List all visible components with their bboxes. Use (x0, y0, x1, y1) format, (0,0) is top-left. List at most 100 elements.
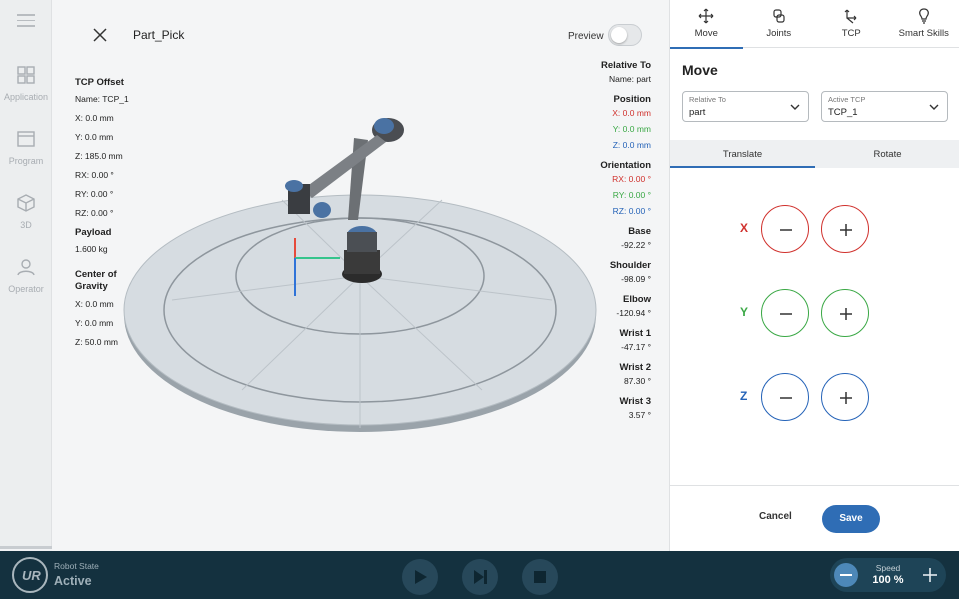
grid-icon (17, 66, 35, 84)
move-icon (698, 8, 714, 24)
jog-y-minus-button[interactable] (761, 289, 809, 337)
preview-label: Preview (568, 31, 604, 42)
rail-item-application[interactable]: Application (0, 64, 52, 102)
close-icon[interactable] (92, 27, 108, 43)
joint-elbow-name: Elbow (623, 294, 651, 305)
ur-logo[interactable]: UR (12, 557, 48, 593)
hamburger-menu-icon[interactable] (17, 14, 35, 28)
jog-z-minus-button[interactable] (761, 373, 809, 421)
stop-button[interactable] (522, 559, 558, 595)
step-forward-icon (474, 570, 487, 584)
tab-joints[interactable]: Joints (743, 0, 816, 48)
active-tcp-select[interactable]: Active TCP TCP_1 (821, 91, 948, 122)
rail-item-label: 3D (20, 220, 32, 230)
minus-icon (780, 313, 792, 315)
tcp-offset-info: TCP Offset Name: TCP_1 X: 0.0 mm Y: 0.0 … (75, 77, 129, 227)
relative-to-select[interactable]: Relative To part (682, 91, 809, 122)
preview-toggle[interactable] (608, 24, 642, 46)
relative-to-name: Name: part (608, 74, 651, 84)
select-label: Active TCP (828, 95, 866, 104)
jog-z-plus-button[interactable] (821, 373, 869, 421)
robot-state-label: Robot State (54, 561, 99, 571)
logo-text: UR (22, 568, 41, 583)
tcp-rz: RZ: 0.00 ° (75, 208, 114, 218)
joint-base-name: Base (628, 226, 651, 237)
orientation-ry: RY: 0.00 ° (612, 190, 651, 200)
speed-decrease-button[interactable] (834, 563, 858, 587)
orientation-rz: RZ: 0.00 ° (612, 206, 651, 216)
tab-tcp[interactable]: TCP (815, 0, 888, 48)
tab-label: Joints (766, 28, 792, 39)
speed-label: Speed (875, 563, 901, 573)
translate-rotate-tabs: Translate Rotate (670, 140, 959, 168)
bottom-status-bar: UR Robot State Active Speed 100 % (0, 551, 959, 599)
left-nav-rail: Application Program 3D Operator (0, 0, 52, 549)
rail-item-operator[interactable]: Operator (0, 256, 52, 294)
position-z: Z: 0.0 mm (612, 140, 651, 150)
joint-shoulder-name: Shoulder (609, 260, 651, 271)
tab-label: TCP (841, 28, 861, 39)
tab-rotate[interactable]: Rotate (815, 140, 959, 168)
minus-icon (780, 397, 792, 399)
position-title: Position (613, 94, 651, 105)
program-icon (17, 131, 35, 147)
tcp-offset-title: TCP Offset (75, 77, 124, 88)
tab-label: Smart Skills (898, 28, 949, 39)
axis-y-label: Y (740, 305, 749, 319)
select-value: TCP_1 (828, 107, 858, 118)
panel-tabs: Move Joints TCP Smart Skills (670, 0, 959, 49)
tcp-rx: RX: 0.00 ° (75, 170, 114, 180)
payload-info: Payload 1.600 kg (75, 227, 111, 263)
jog-x-plus-button[interactable] (821, 205, 869, 253)
tab-label: Move (694, 28, 718, 39)
joint-base-value: -92.22 ° (621, 240, 651, 250)
position-x: X: 0.0 mm (612, 108, 651, 118)
program-title: Part_Pick (133, 28, 185, 42)
panel-footer-divider (670, 485, 959, 486)
move-panel: Move Joints TCP Smart Skills Move Relati… (669, 0, 959, 551)
speed-increase-button[interactable] (920, 565, 940, 585)
joint-wrist2-value: 87.30 ° (623, 376, 651, 386)
rail-item-label: Program (8, 156, 44, 166)
plus-icon (840, 224, 852, 236)
tcp-icon (844, 9, 857, 24)
plus-icon (840, 308, 852, 320)
play-button[interactable] (402, 559, 438, 595)
jog-x-minus-button[interactable] (761, 205, 809, 253)
tcp-y: Y: 0.0 mm (75, 132, 114, 142)
save-button[interactable]: Save (822, 505, 880, 533)
joint-wrist1-name: Wrist 1 (619, 328, 651, 339)
rail-item-3d[interactable]: 3D (0, 192, 52, 230)
step-button[interactable] (462, 559, 498, 595)
tab-smart-skills[interactable]: Smart Skills (888, 0, 959, 48)
tcp-z: Z: 185.0 mm (75, 151, 123, 161)
toggle-knob (611, 27, 627, 43)
joint-wrist3-name: Wrist 3 (619, 396, 651, 407)
jog-y-plus-button[interactable] (821, 289, 869, 337)
chevron-down-icon (790, 104, 800, 110)
viewport-panel: Part_Pick Preview TCP Offset Name: TCP_1… (52, 0, 669, 551)
rail-item-label: Application (3, 92, 49, 102)
joint-wrist3-value: 3.57 ° (628, 410, 651, 420)
rail-divider (0, 546, 52, 549)
payload-title: Payload (75, 227, 112, 238)
joint-wrist1-value: -47.17 ° (621, 342, 651, 352)
tcp-name: Name: TCP_1 (75, 94, 129, 104)
position-y: Y: 0.0 mm (612, 124, 651, 134)
tab-move[interactable]: Move (670, 0, 743, 49)
robot-3d-scene[interactable] (122, 110, 602, 440)
speed-value: 100 % (872, 574, 904, 586)
tab-translate[interactable]: Translate (670, 140, 815, 168)
relative-to-title: Relative To (601, 60, 651, 71)
rail-item-label: Operator (8, 284, 44, 294)
rail-item-program[interactable]: Program (0, 128, 52, 166)
joint-shoulder-value: -98.09 ° (621, 274, 651, 284)
lightbulb-icon (918, 8, 929, 24)
cancel-button[interactable]: Cancel (759, 511, 792, 522)
orientation-rx: RX: 0.00 ° (612, 174, 651, 184)
minus-icon (780, 229, 792, 231)
panel-title: Move (682, 62, 718, 78)
person-icon (17, 259, 35, 276)
tcp-x: X: 0.0 mm (75, 113, 114, 123)
select-value: part (689, 107, 706, 118)
